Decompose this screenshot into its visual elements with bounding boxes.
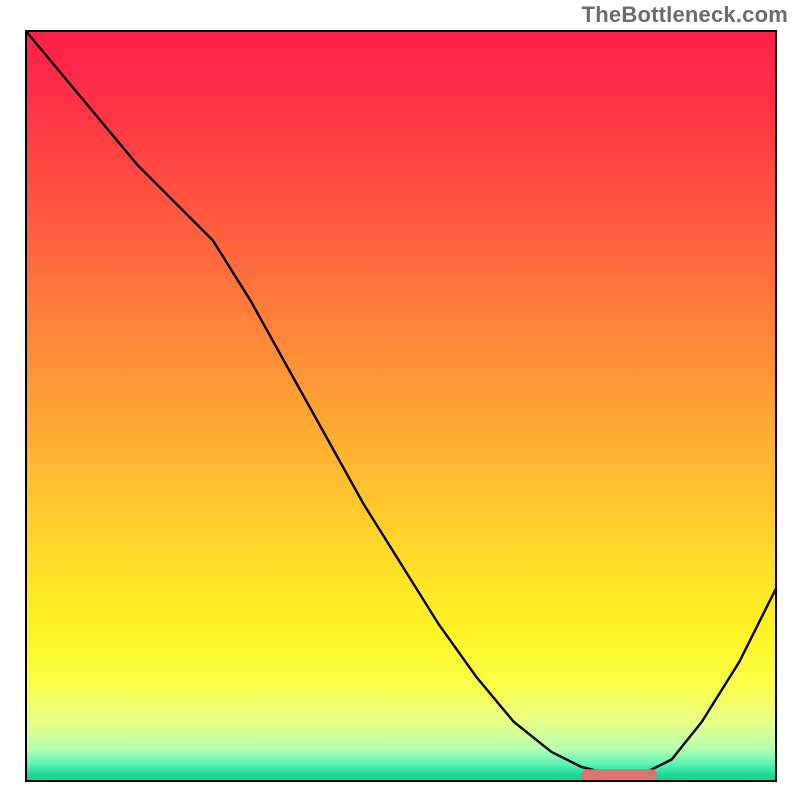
chart-plot-area <box>25 30 777 782</box>
chart-curve <box>25 30 777 782</box>
attribution-label: TheBottleneck.com <box>582 2 788 28</box>
